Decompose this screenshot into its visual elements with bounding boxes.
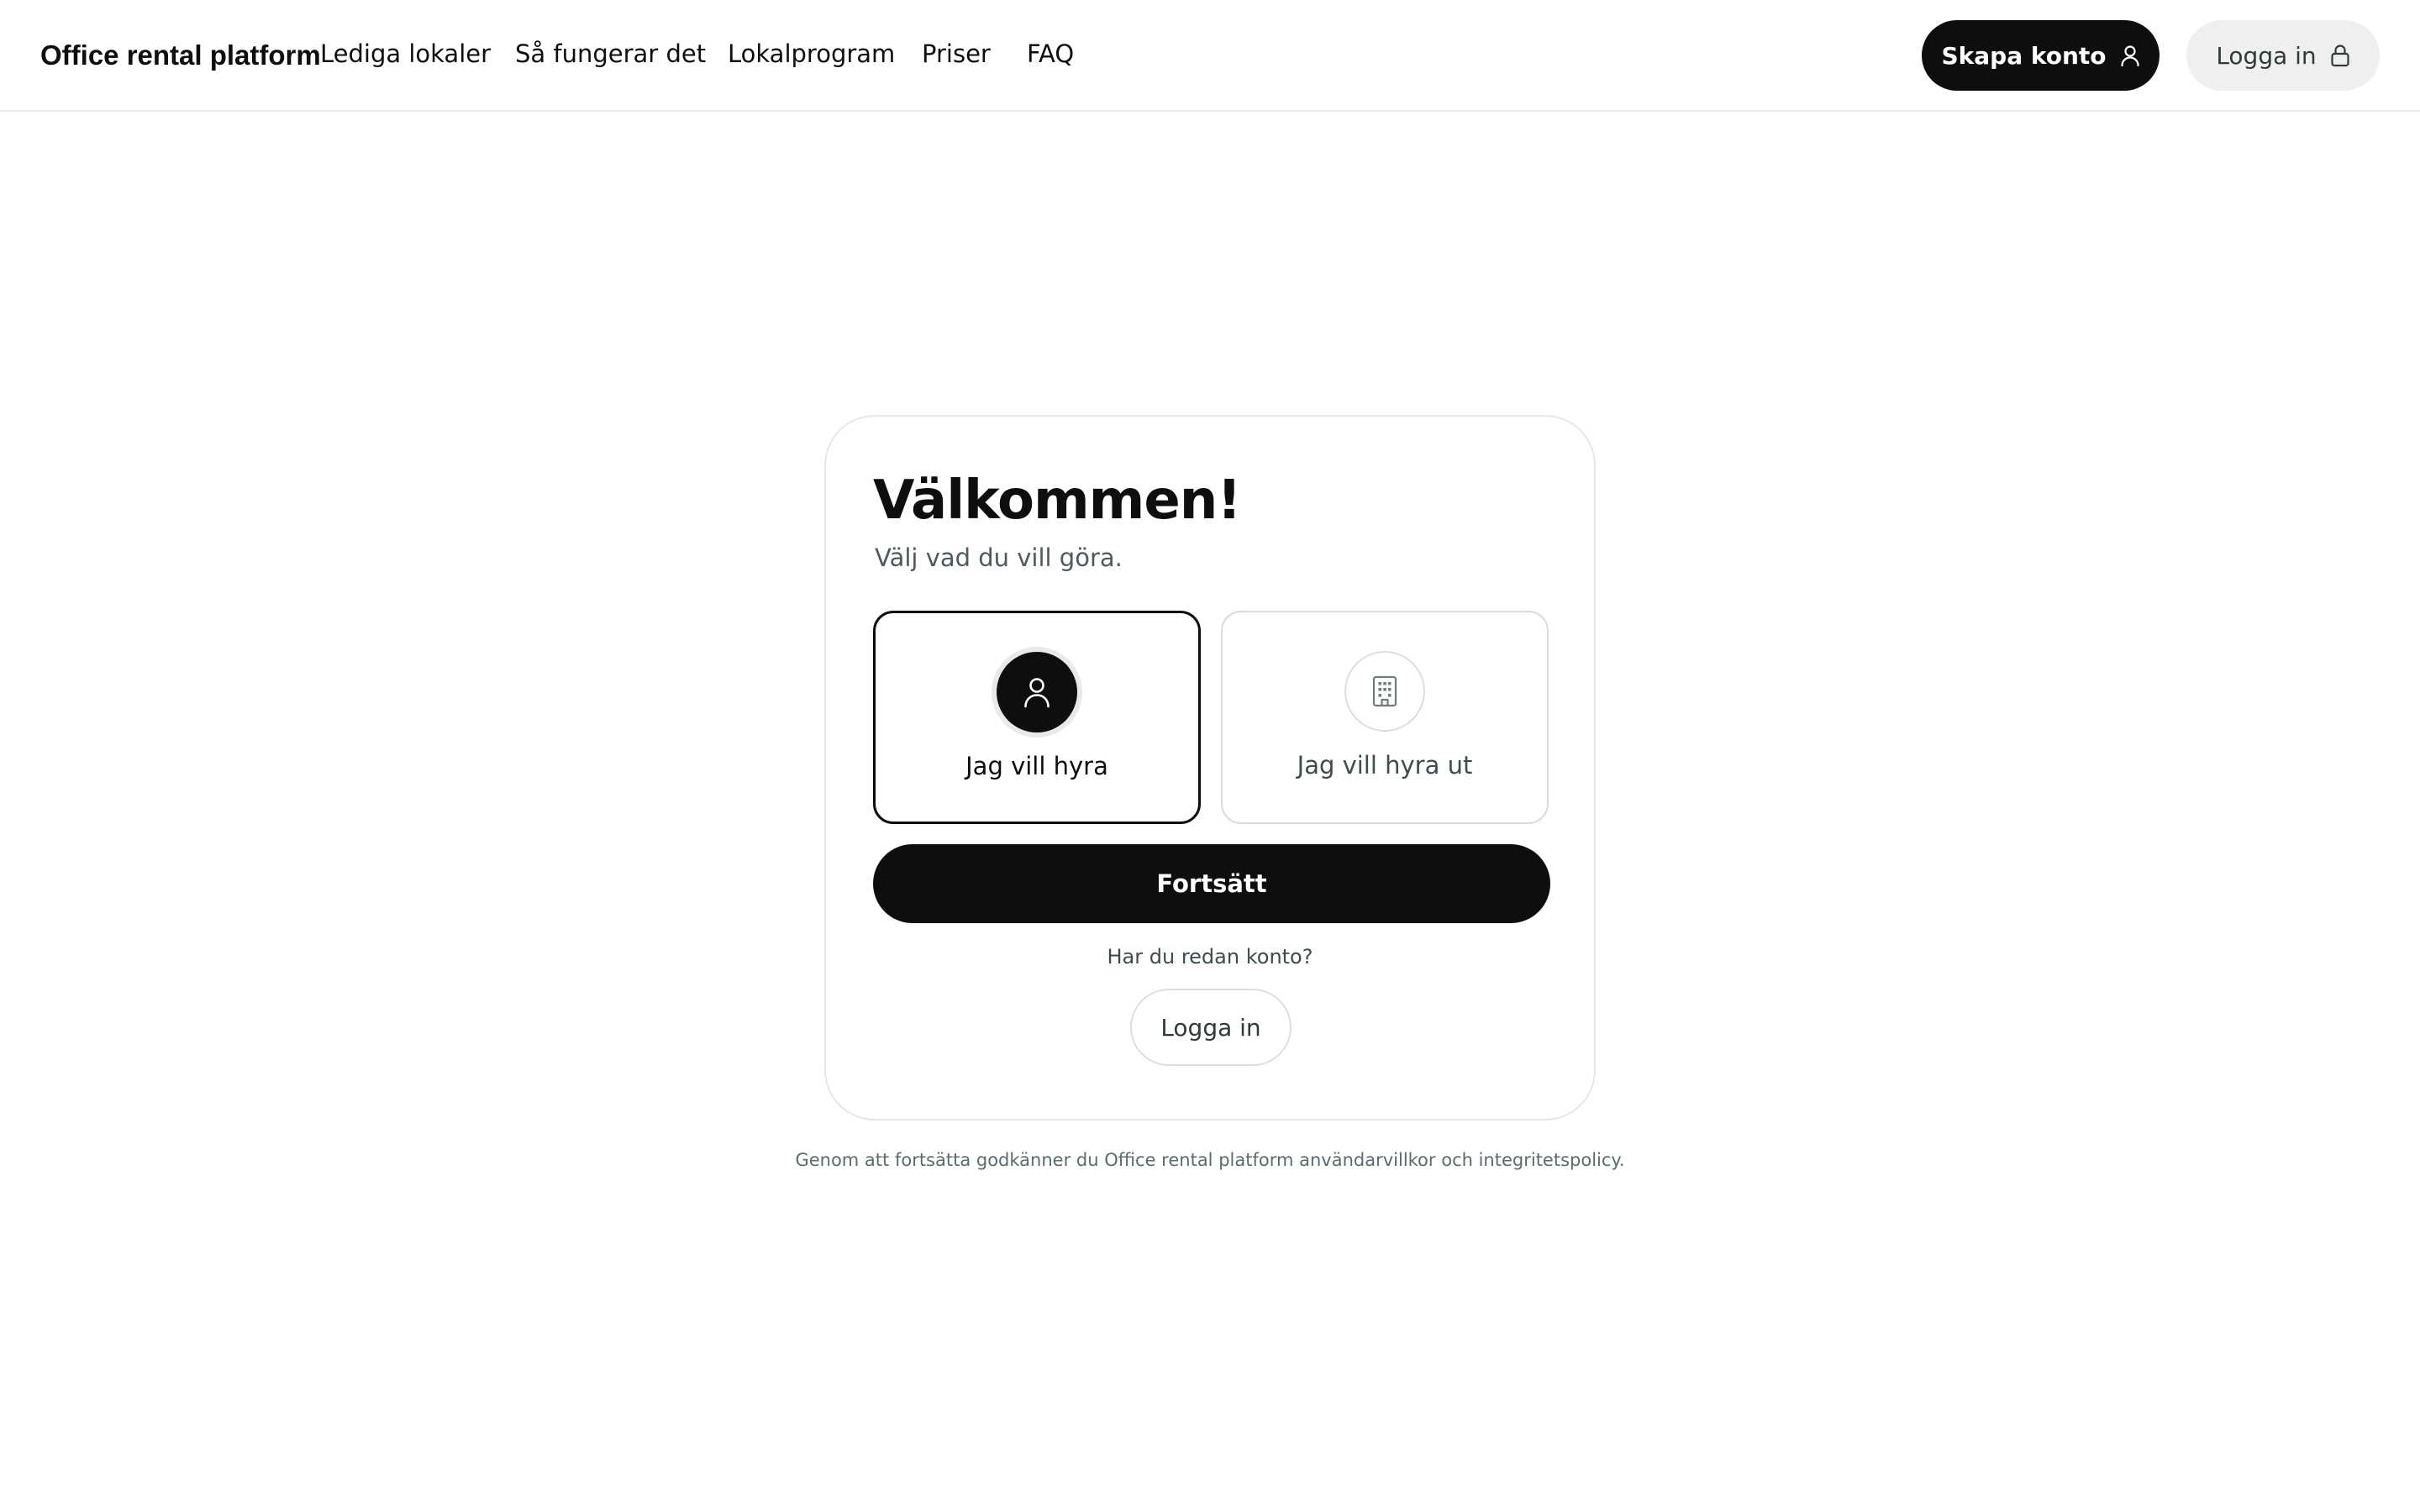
option-rent-out-label: Jag vill hyra ut <box>1297 751 1473 780</box>
nav-link-sa-fungerar-det[interactable]: Så fungerar det <box>515 37 706 71</box>
welcome-title: Välkommen! <box>873 470 1241 532</box>
option-rent-label: Jag vill hyra <box>965 752 1108 780</box>
welcome-subtitle: Välj vad du vill göra. <box>875 543 1123 572</box>
user-icon <box>2120 45 2140 66</box>
lock-icon <box>2330 44 2350 67</box>
login-label-header: Logga in <box>2216 41 2317 70</box>
login-button-header[interactable]: Logga in <box>2186 20 2380 91</box>
nav-link-priser[interactable]: Priser <box>922 37 991 71</box>
create-account-button[interactable]: Skapa konto <box>1922 20 2160 91</box>
nav-link-lediga-lokaler[interactable]: Lediga lokaler <box>320 37 491 71</box>
create-account-label: Skapa konto <box>1941 41 2107 70</box>
welcome-card: Välkommen! Välj vad du vill göra. Jag vi… <box>824 415 1596 1121</box>
option-rent[interactable]: Jag vill hyra <box>873 611 1201 824</box>
has-account-text: Har du redan konto? <box>1107 945 1313 969</box>
brand-logo-text[interactable]: Office rental platform <box>40 37 321 74</box>
nav-link-lokalprogram[interactable]: Lokalprogram <box>728 37 895 71</box>
user-icon <box>997 652 1077 732</box>
top-navigation-bar: Office rental platform Lediga lokaler Så… <box>0 0 2420 112</box>
nav-link-faq[interactable]: FAQ <box>1027 37 1074 71</box>
option-rent-out[interactable]: Jag vill hyra ut <box>1221 611 1549 824</box>
continue-button[interactable]: Fortsätt <box>873 844 1550 923</box>
login-button[interactable]: Logga in <box>1130 989 1292 1066</box>
terms-notice: Genom att fortsätta godkänner du Office … <box>795 1150 1625 1170</box>
building-icon <box>1344 651 1425 732</box>
